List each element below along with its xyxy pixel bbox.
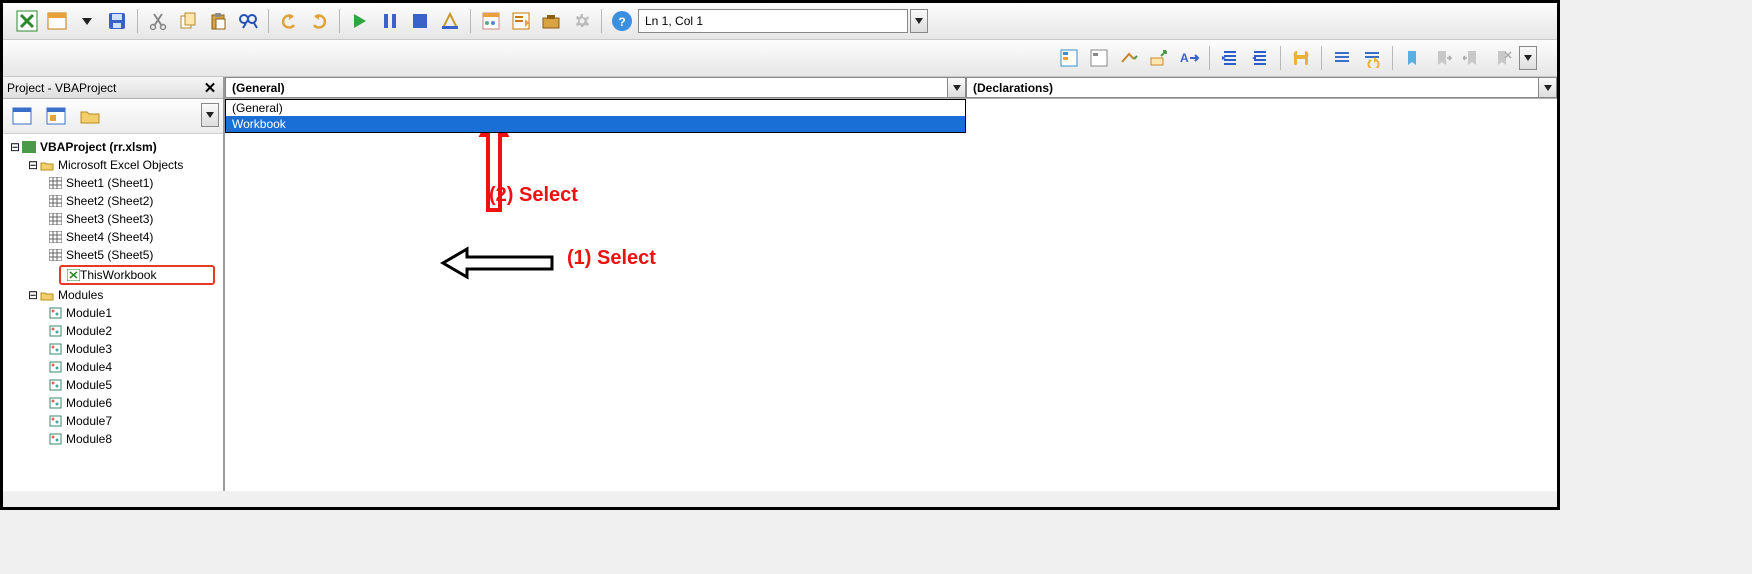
pause-icon[interactable] (376, 7, 404, 35)
project-panel-toolbar (3, 99, 223, 134)
tree-module[interactable]: Module6 (5, 394, 221, 412)
properties-window-icon[interactable] (507, 7, 535, 35)
project-panel: Project - VBAProject ✕ ⊟ VBAProject (rr.… (3, 77, 225, 491)
vbe-window: ? Ln 1, Col 1 A Project - VBAProject ✕ (0, 0, 1560, 510)
comment-icon[interactable] (1328, 44, 1356, 72)
folder-icon[interactable] (75, 103, 105, 129)
quick-info-icon[interactable] (1115, 44, 1143, 72)
annotation-arrow-left (437, 243, 557, 283)
toolbox-icon[interactable] (537, 7, 565, 35)
tree-module[interactable]: Module8 (5, 430, 221, 448)
redo-icon[interactable] (305, 7, 333, 35)
find-icon[interactable] (234, 7, 262, 35)
annotation-select-1: (1) Select (567, 247, 656, 270)
paste-icon[interactable] (204, 7, 232, 35)
tree-module[interactable]: Module4 (5, 358, 221, 376)
view-window-icon[interactable] (43, 7, 71, 35)
run-icon[interactable] (346, 7, 374, 35)
undo-icon[interactable] (275, 7, 303, 35)
project-panel-title: Project - VBAProject ✕ (3, 77, 223, 99)
tree-module[interactable]: Module1 (5, 304, 221, 322)
tree-module[interactable]: Module5 (5, 376, 221, 394)
annotation-select-2: (2) Select (489, 184, 578, 207)
sheet-icon (47, 230, 63, 244)
object-combo[interactable]: (General) (225, 77, 966, 98)
object-combo-dropdown[interactable]: (General) Workbook (225, 99, 966, 133)
tree-root[interactable]: ⊟ VBAProject (rr.xlsm) (5, 138, 221, 156)
bookmark-prev-icon (1459, 44, 1487, 72)
panel-dropdown-icon[interactable] (201, 103, 219, 127)
outdent-icon[interactable] (1246, 44, 1274, 72)
toolbar-secondary: A (3, 40, 1557, 77)
excel-icon[interactable] (13, 7, 41, 35)
design-mode-icon[interactable] (436, 7, 464, 35)
save-icon[interactable] (103, 7, 131, 35)
toolbar-main: ? Ln 1, Col 1 (3, 3, 1557, 40)
module-icon (47, 324, 63, 338)
combo-option-general[interactable]: (General) (226, 100, 965, 116)
sheet-icon (47, 212, 63, 226)
module-icon (47, 378, 63, 392)
svg-text:A: A (1180, 51, 1189, 65)
toolbar2-dropdown-icon[interactable] (1519, 46, 1537, 70)
tree-folder-modules[interactable]: ⊟ Modules (5, 286, 221, 304)
bookmark-toggle-icon[interactable] (1399, 44, 1427, 72)
code-pane: (General) (Declarations) (General) Workb… (225, 77, 1557, 491)
module-icon (47, 360, 63, 374)
tree-sheet[interactable]: Sheet4 (Sheet4) (5, 228, 221, 246)
module-icon (47, 396, 63, 410)
project-tree[interactable]: ⊟ VBAProject (rr.xlsm) ⊟ Microsoft Excel… (3, 134, 223, 491)
workbook-icon (67, 269, 80, 281)
vba-project-icon (21, 140, 37, 154)
tree-module[interactable]: Module3 (5, 340, 221, 358)
settings-icon (567, 7, 595, 35)
close-icon[interactable]: ✕ (201, 79, 219, 97)
indent-icon[interactable] (1216, 44, 1244, 72)
chevron-down-icon[interactable] (1538, 78, 1556, 97)
tree-sheet[interactable]: Sheet3 (Sheet3) (5, 210, 221, 228)
tree-sheet[interactable]: Sheet1 (Sheet1) (5, 174, 221, 192)
sheet-icon (47, 248, 63, 262)
list-constants-icon[interactable] (1085, 44, 1113, 72)
module-icon (47, 342, 63, 356)
view-object-icon[interactable] (41, 103, 71, 129)
cut-icon[interactable] (144, 7, 172, 35)
project-explorer-icon[interactable] (477, 7, 505, 35)
module-icon (47, 432, 63, 446)
complete-word-icon[interactable]: A (1175, 44, 1203, 72)
list-props-icon[interactable] (1055, 44, 1083, 72)
bookmark-clear-icon (1489, 44, 1517, 72)
sheet-icon (47, 176, 63, 190)
tree-thisworkbook[interactable]: ThisWorkbook (59, 265, 215, 285)
cursor-dropdown-icon[interactable] (910, 9, 928, 33)
breakpoint-icon[interactable] (1287, 44, 1315, 72)
tree-sheet[interactable]: Sheet2 (Sheet2) (5, 192, 221, 210)
copy-icon[interactable] (174, 7, 202, 35)
tree-folder-excel-objects[interactable]: ⊟ Microsoft Excel Objects (5, 156, 221, 174)
svg-text:?: ? (618, 15, 625, 29)
procedure-combo[interactable]: (Declarations) (966, 77, 1557, 98)
parameter-icon[interactable] (1145, 44, 1173, 72)
dropdown-icon[interactable] (73, 7, 101, 35)
bookmark-next-icon (1429, 44, 1457, 72)
view-code-icon[interactable] (7, 103, 37, 129)
cursor-position: Ln 1, Col 1 (638, 9, 908, 33)
tree-sheet[interactable]: Sheet5 (Sheet5) (5, 246, 221, 264)
module-icon (47, 414, 63, 428)
module-icon (47, 306, 63, 320)
tree-module[interactable]: Module2 (5, 322, 221, 340)
uncomment-icon[interactable] (1358, 44, 1386, 72)
folder-icon (39, 158, 55, 172)
stop-icon[interactable] (406, 7, 434, 35)
project-panel-title-label: Project - VBAProject (7, 81, 116, 95)
chevron-down-icon[interactable] (947, 78, 965, 97)
combo-option-workbook[interactable]: Workbook (226, 116, 965, 132)
folder-icon (39, 288, 55, 302)
sheet-icon (47, 194, 63, 208)
tree-module[interactable]: Module7 (5, 412, 221, 430)
help-icon[interactable]: ? (608, 7, 636, 35)
